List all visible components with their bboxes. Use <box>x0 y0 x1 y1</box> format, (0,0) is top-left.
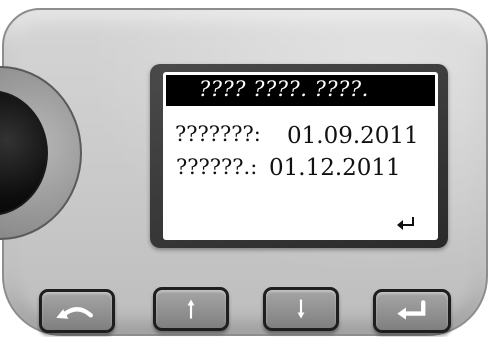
row1-date-value: 01.09.2011 <box>287 123 419 149</box>
down-button[interactable] <box>263 287 339 331</box>
row2-label: ??????.: <box>176 155 258 179</box>
up-button[interactable] <box>153 287 229 331</box>
row1-label: ???????: <box>175 122 261 146</box>
lcd-screen: ???? ????. ????. ???????: 01.09.2011 ???… <box>163 72 438 240</box>
enter-return-icon <box>397 300 426 320</box>
arrow-down-icon <box>297 299 305 319</box>
enter-return-icon <box>397 217 414 230</box>
device-panel: ???? ????. ????. ???????: 01.09.2011 ???… <box>0 0 488 337</box>
screen-title-bar: ???? ????. ????. <box>166 75 435 106</box>
enter-button[interactable] <box>373 289 451 333</box>
screen-title: ???? ????. ????. <box>199 77 369 101</box>
row2-date-value: 01.12.2011 <box>269 155 401 181</box>
back-button[interactable] <box>39 289 115 333</box>
arrow-up-icon <box>187 299 195 319</box>
back-arc-icon <box>56 307 93 319</box>
